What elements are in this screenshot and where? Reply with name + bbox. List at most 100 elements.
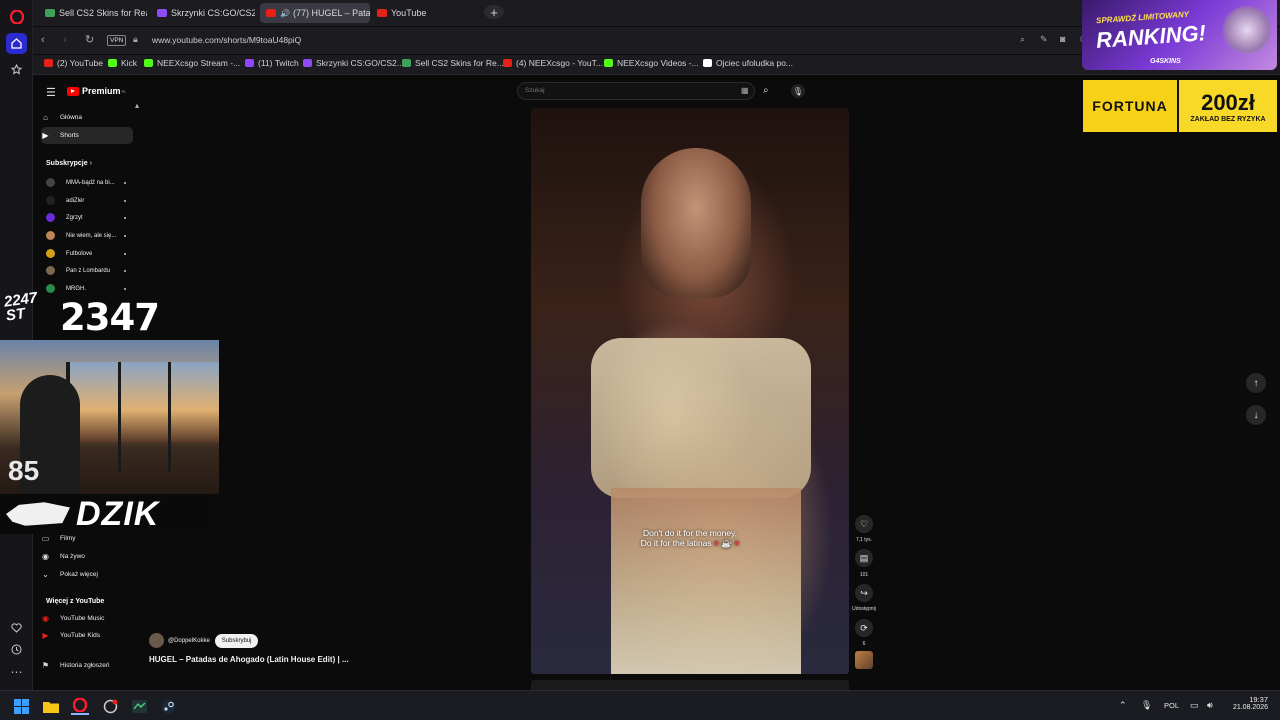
bookmark-label: (2) YouTube — [57, 58, 103, 68]
bookmark-2[interactable]: NEEXcsgo Stream -... — [144, 58, 240, 68]
reload-icon[interactable]: ↻ — [85, 33, 94, 46]
subscribe-button[interactable]: Subskrybuj — [214, 633, 259, 648]
new-dot — [124, 252, 126, 255]
search-button[interactable]: ⌕ — [763, 85, 769, 96]
lock-icon[interactable]: 🔒︎ — [133, 34, 138, 45]
previous-short-button[interactable]: ↑ — [1246, 373, 1266, 393]
search-box[interactable]: Szukaj ▦ — [517, 82, 755, 100]
subscription-2[interactable]: Zgrzyt — [46, 209, 126, 226]
vpn-badge[interactable]: VPN — [107, 35, 127, 46]
subscription-label: MMA-bądź na bi... — [66, 179, 115, 186]
forward-icon[interactable]: › — [63, 34, 67, 46]
file-explorer-icon[interactable] — [42, 697, 60, 715]
audio-thumbnail[interactable] — [855, 651, 873, 669]
short-title[interactable]: HUGEL – Patadas de Ahogado (Latin House … — [149, 655, 349, 664]
bookmark-1[interactable]: Kick — [108, 58, 137, 68]
heart-icon: ♡ — [859, 518, 869, 529]
new-tab-button[interactable]: + — [484, 5, 504, 19]
channel-row: @DoppelKokke Subskrybuj — [149, 633, 259, 648]
url-field[interactable]: www.youtube.com/shorts/M9toaU48piQ — [152, 35, 301, 45]
windows-start-icon[interactable] — [12, 697, 30, 715]
nav-report-history[interactable]: ⚑ Historia zgłoszeń — [41, 657, 141, 674]
subscription-label: Pan z Lombardu — [66, 267, 111, 274]
bookmark-7[interactable]: NEEXcsgo Videos -... — [604, 58, 699, 68]
tray-chevron-up-icon[interactable]: ⌃ — [1119, 700, 1127, 711]
nav-shorts[interactable]: ▶ Shorts — [41, 127, 133, 144]
nav-youtube-kids[interactable]: ▶ YouTube Kids — [41, 627, 141, 644]
subscription-4[interactable]: Futbolove — [46, 245, 126, 262]
camera-icon[interactable]: ◙ — [1060, 34, 1065, 44]
tab-1[interactable]: Skrzynki CS:GO/CS2 | G4S — [151, 3, 255, 23]
tab-0[interactable]: Sell CS2 Skins for Real Mo — [39, 3, 147, 23]
remix-icon: ⟳ — [860, 622, 868, 633]
keyboard-icon[interactable]: ▦ — [741, 86, 749, 95]
new-dot — [124, 234, 126, 237]
edit-icon[interactable]: ✎ — [1040, 34, 1048, 45]
bookmark-6[interactable]: (4) NEEXcsgo - YouT... — [503, 58, 603, 68]
subscription-label: Futbolove — [66, 250, 93, 257]
like-button[interactable]: ♡ — [855, 515, 873, 533]
subscriptions-header[interactable]: Subskrypcje › — [46, 160, 92, 167]
search-input[interactable]: Szukaj — [525, 87, 545, 94]
more-icon[interactable]: ⋯ — [6, 661, 27, 682]
caption-line-2: Do it for the latinas ♥ ☕ ♥ — [531, 538, 849, 549]
channel-avatar[interactable] — [149, 633, 164, 648]
fortuna-subtitle: ZAKŁAD BEZ RYZYKA — [1190, 115, 1266, 123]
opera-taskbar-icon[interactable] — [71, 697, 89, 715]
bookmark-4[interactable]: Skrzynki CS:GO/CS2... — [303, 58, 404, 68]
g4skins-ranking-ad[interactable]: SPRAWDŹ LIMITOWANY RANKING! G4SKINS — [1082, 0, 1277, 70]
subscription-label: Zgrzyt — [66, 214, 83, 221]
new-dot — [124, 199, 126, 202]
shorts-icon: ▶ — [42, 131, 49, 140]
clock-time: 19:37 — [1249, 695, 1268, 704]
tab-title: (77) HUGEL – Patadas — [292, 8, 370, 18]
back-icon[interactable]: ‹ — [41, 34, 45, 46]
bookmark-0[interactable]: (2) YouTube — [44, 58, 103, 68]
share-label: Udostępnij — [852, 606, 876, 612]
bookmark-5[interactable]: Sell CS2 Skins for Re... — [402, 58, 504, 68]
subscription-0[interactable]: MMA-bądź na bi... — [46, 174, 126, 191]
nav-label: Filmy — [60, 535, 76, 542]
opera-logo-icon[interactable] — [6, 6, 27, 27]
tiktok-icon — [703, 59, 712, 67]
kick-icon — [108, 59, 117, 67]
heart-icon[interactable] — [6, 617, 27, 638]
film-icon: ▭ — [41, 534, 50, 543]
remix-button[interactable]: ⟳ — [855, 619, 873, 637]
history-icon[interactable] — [6, 639, 27, 660]
home-workspace-icon[interactable] — [6, 33, 27, 54]
clock[interactable]: 19:37 21.08.2026 — [1228, 695, 1268, 711]
mic-icon[interactable]: 🎙︎ — [791, 84, 805, 98]
bookmark-3[interactable]: (11) Twitch — [245, 58, 299, 68]
app-icon-obs[interactable] — [130, 697, 148, 715]
nav-youtube-music[interactable]: ◉ YouTube Music — [41, 610, 141, 627]
next-short-button[interactable]: ↓ — [1246, 405, 1266, 425]
subscriptions-title: Subskrypcje — [46, 160, 88, 167]
bookmark-8[interactable]: Ojciec ufoludka po... — [703, 58, 793, 68]
caption-line-1: Don't do it for the money, — [642, 528, 738, 538]
subscription-3[interactable]: Nie wiem, ale się... — [46, 227, 126, 244]
subscription-1[interactable]: adiZler — [46, 192, 126, 209]
network-icon[interactable]: ▭ — [1190, 700, 1199, 711]
subscription-5[interactable]: Pan z Lombardu — [46, 262, 126, 279]
nav-live[interactable]: ◉ Na żywo — [41, 548, 141, 565]
speaker-icon[interactable]: 🔊 — [280, 9, 290, 18]
avatar — [46, 231, 55, 240]
star-icon[interactable] — [6, 59, 27, 80]
jersey-number: 85 — [8, 455, 40, 486]
nav-home[interactable]: ⌂ Główna — [41, 109, 141, 126]
nav-show-more[interactable]: ⌄ Pokaż więcej — [41, 566, 141, 583]
tab-3[interactable]: YouTube — [371, 3, 451, 23]
short-video-player[interactable]: Don't do it for the money, Do it for the… — [531, 108, 849, 674]
language-indicator[interactable]: POL — [1164, 701, 1179, 710]
fortuna-ad[interactable]: FORTUNA 200zł ZAKŁAD BEZ RYZYKA — [1083, 80, 1277, 132]
volume-icon[interactable]: 🔊︎ — [1207, 700, 1213, 711]
search-icon[interactable]: ⌕ — [1020, 34, 1025, 45]
tab-2-active[interactable]: 🔊 (77) HUGEL – Patadas — [260, 3, 370, 23]
app-icon-gear[interactable] — [101, 697, 119, 715]
mic-tray-icon[interactable]: 🎙︎ — [1141, 700, 1152, 711]
share-button[interactable]: ↪ — [855, 584, 873, 602]
channel-name[interactable]: @DoppelKokke — [168, 638, 210, 644]
steam-icon[interactable] — [159, 697, 177, 715]
comment-button[interactable]: ▤ — [855, 549, 873, 567]
